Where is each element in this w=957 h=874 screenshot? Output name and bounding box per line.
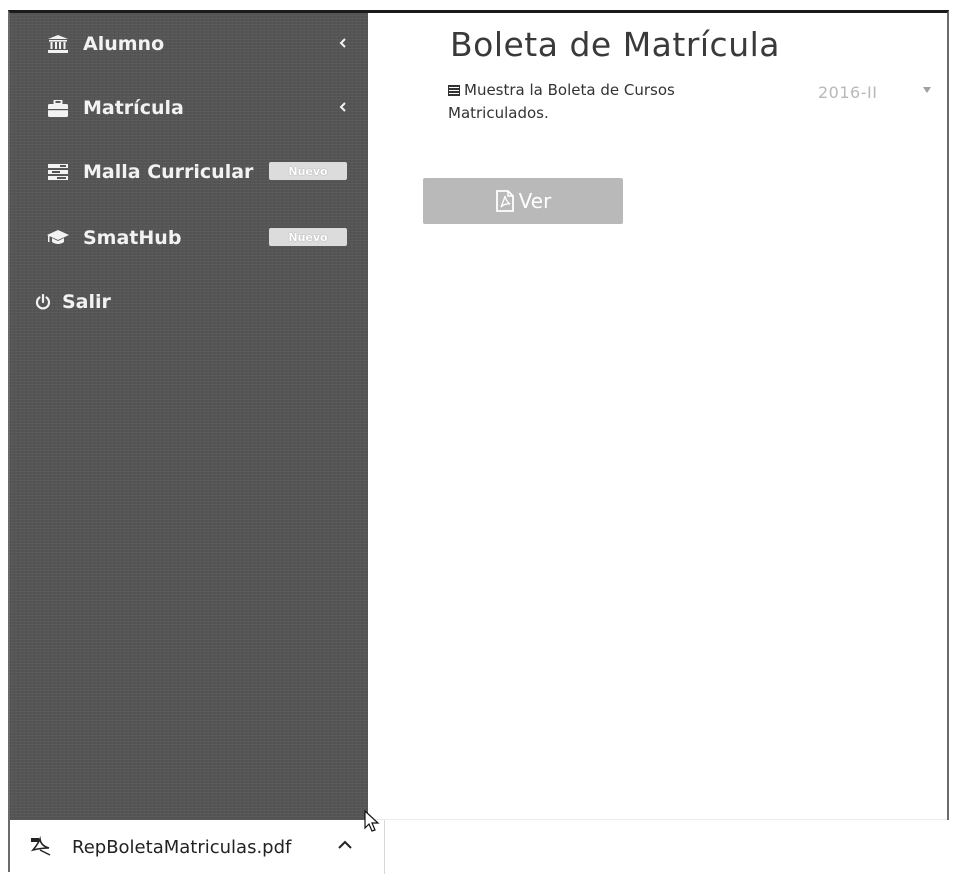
file-pdf-icon (495, 190, 514, 212)
tasks-icon (47, 161, 69, 183)
mouse-cursor-icon (364, 810, 380, 832)
download-item[interactable]: RepBoletaMatriculas.pdf (10, 820, 385, 874)
view-button-label: Ver (518, 189, 552, 213)
sidebar-item-label: Matrícula (83, 97, 184, 119)
sidebar: Alumno Matrícula Malla Curricular Nuevo … (10, 13, 368, 820)
sidebar-item-salir[interactable]: Salir (0, 280, 353, 324)
pdf-file-icon (30, 836, 51, 856)
sidebar-item-smathub[interactable]: SmatHub Nuevo (10, 216, 368, 260)
new-badge: Nuevo (269, 228, 347, 246)
download-bar: RepBoletaMatriculas.pdf (10, 820, 949, 874)
sidebar-item-label: SmatHub (83, 227, 182, 249)
briefcase-icon (47, 97, 69, 119)
sidebar-item-label: Salir (62, 291, 111, 313)
chevron-up-icon[interactable] (338, 840, 352, 850)
description-text: Muestra la Boleta de Cursos Matriculados… (448, 81, 675, 122)
sidebar-item-malla-curricular[interactable]: Malla Curricular Nuevo (10, 150, 368, 194)
chevron-left-icon (339, 102, 346, 112)
page-title: Boleta de Matrícula (450, 25, 781, 64)
page-description: Muestra la Boleta de Cursos Matriculados… (448, 79, 748, 125)
list-icon (448, 85, 460, 96)
caret-down-icon (923, 87, 931, 93)
sidebar-item-label: Malla Curricular (83, 161, 254, 183)
term-select-value: 2016-II (818, 82, 878, 102)
sidebar-item-matricula[interactable]: Matrícula (10, 86, 368, 130)
term-select[interactable]: 2016-II (818, 81, 938, 103)
sidebar-item-alumno[interactable]: Alumno (10, 22, 368, 66)
new-badge: Nuevo (269, 162, 347, 180)
institution-icon (47, 33, 69, 55)
sidebar-item-label: Alumno (83, 33, 165, 55)
graduation-cap-icon (47, 227, 69, 249)
main-content: Boleta de Matrícula Muestra la Boleta de… (370, 13, 947, 820)
view-button[interactable]: Ver (423, 178, 623, 224)
power-icon (32, 291, 54, 313)
download-file-name: RepBoletaMatriculas.pdf (72, 836, 292, 858)
chevron-left-icon (339, 38, 346, 48)
